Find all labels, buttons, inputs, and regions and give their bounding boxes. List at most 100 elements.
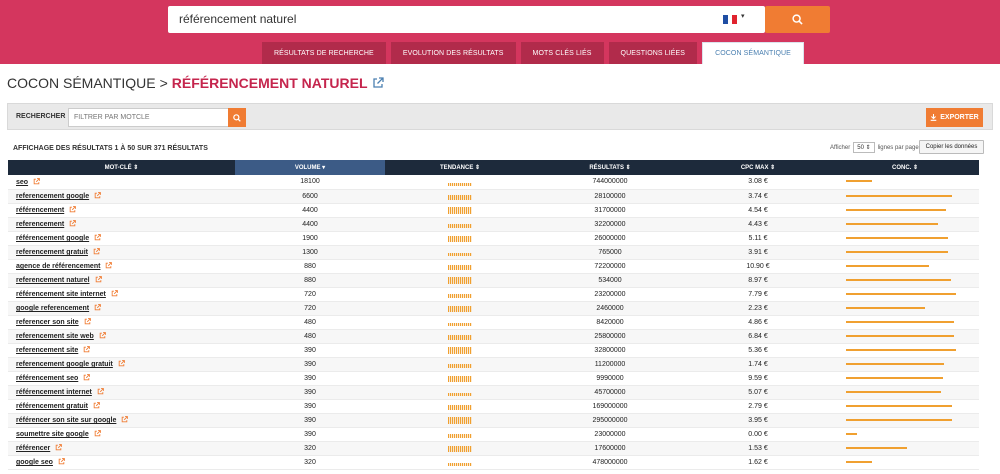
keyword-link[interactable]: référencement seo <box>16 375 78 382</box>
keyword-cell[interactable]: google referencement <box>8 301 235 316</box>
keyword-link[interactable]: referencement google <box>16 193 89 200</box>
keyword-cell[interactable]: google seo <box>8 455 235 470</box>
page-size-select[interactable]: 50 ⇕ <box>853 142 875 153</box>
external-link-icon[interactable] <box>83 374 91 381</box>
search-button[interactable] <box>765 6 830 33</box>
external-link-icon[interactable] <box>55 444 63 451</box>
keyword-cell[interactable]: référencement internet <box>8 385 235 400</box>
keyword-link[interactable]: google seo <box>16 459 53 466</box>
competition-bar <box>846 348 956 351</box>
keyword-link[interactable]: referencement naturel <box>16 277 90 284</box>
competition-cell <box>831 203 979 218</box>
keyword-link[interactable]: google referencement <box>16 305 89 312</box>
external-link-icon[interactable] <box>97 388 104 395</box>
keyword-link[interactable]: référencement <box>16 207 64 214</box>
keyword-cell[interactable]: référencement google <box>8 231 235 246</box>
keyword-link[interactable]: référencement internet <box>16 389 92 396</box>
keyword-cell[interactable]: referencement site <box>8 343 235 358</box>
keyword-link[interactable]: referencement site <box>16 347 78 354</box>
filter-search-button[interactable] <box>228 108 246 127</box>
tab-5[interactable]: COCON SÉMANTIQUE <box>702 42 804 64</box>
external-link-icon[interactable] <box>95 276 102 283</box>
tab-3[interactable]: MOTS CLÉS LIÉS <box>520 42 604 64</box>
keyword-link[interactable]: referencer son site <box>16 319 79 326</box>
external-link-icon[interactable] <box>94 430 101 437</box>
trend-cell <box>385 329 535 344</box>
external-link-icon[interactable] <box>118 360 125 367</box>
keyword-cell[interactable]: référencement gratuit <box>8 399 235 414</box>
col-competition-header[interactable]: CONC. ⇕ <box>831 160 979 175</box>
keyword-cell[interactable]: agence de référencement <box>8 259 235 274</box>
filter-label: RECHERCHER : <box>16 113 70 120</box>
tab-4[interactable]: QUESTIONS LIÉES <box>608 42 698 64</box>
col-results-header[interactable]: RÉSULTATS ⇕ <box>535 160 685 175</box>
external-link-icon[interactable] <box>94 304 101 311</box>
competition-bar <box>846 390 941 393</box>
export-button[interactable]: EXPORTER <box>926 108 983 127</box>
keyword-cell[interactable]: referencement gratuit <box>8 245 235 260</box>
results-cell: 765000 <box>535 245 685 260</box>
table-row: soumettre site google 390 23000000 0.00 € <box>8 427 979 442</box>
keyword-link[interactable]: referencement gratuit <box>16 249 88 256</box>
external-link-icon[interactable] <box>93 248 100 255</box>
external-link-icon[interactable] <box>84 318 91 325</box>
cpc-cell: 3.95 € <box>685 413 831 428</box>
external-link-icon[interactable] <box>93 402 100 409</box>
competition-cell <box>831 217 979 232</box>
table-row: référencer 320 17600000 1.53 € <box>8 441 979 456</box>
keyword-cell[interactable]: referencement google gratuit <box>8 357 235 372</box>
tab-2[interactable]: EVOLUTION DES RÉSULTATS <box>390 42 516 64</box>
keyword-link[interactable]: referencement <box>16 221 64 228</box>
col-trend-header[interactable]: TENDANCE ⇕ <box>385 160 535 175</box>
caret-down-icon[interactable]: ▾ <box>741 12 745 20</box>
keyword-link[interactable]: agence de référencement <box>16 263 100 270</box>
competition-bar <box>846 180 872 183</box>
keyword-cell[interactable]: référencement seo <box>8 371 235 386</box>
filter-input[interactable] <box>68 108 229 127</box>
external-link-icon[interactable] <box>372 77 384 89</box>
keyword-link[interactable]: référencement google <box>16 235 89 242</box>
external-link-icon[interactable] <box>111 290 118 297</box>
keyword-cell[interactable]: seo <box>8 175 235 190</box>
external-link-icon[interactable] <box>105 262 113 269</box>
tab-1[interactable]: RÉSULTATS DE RECHERCHE <box>262 42 386 64</box>
keyword-cell[interactable]: referencement google <box>8 189 235 204</box>
keyword-link[interactable]: référencer <box>16 445 50 452</box>
search-query[interactable]: référencement naturel <box>179 12 296 26</box>
keyword-link[interactable]: seo <box>16 179 28 186</box>
competition-cell <box>831 175 979 190</box>
trend-sparkline <box>448 335 472 340</box>
keyword-cell[interactable]: soumettre site google <box>8 427 235 442</box>
external-link-icon[interactable] <box>58 458 65 465</box>
keyword-cell[interactable]: referencer son site <box>8 315 235 330</box>
keyword-cell[interactable]: referencement <box>8 217 235 232</box>
keyword-cell[interactable]: référencement site internet <box>8 287 235 302</box>
keyword-link[interactable]: référencer son site sur google <box>16 417 116 424</box>
col-keyword-header[interactable]: MOT-CLÉ ⇕ <box>8 160 235 175</box>
keyword-link[interactable]: référencement site internet <box>16 291 106 298</box>
keyword-link[interactable]: référencement gratuit <box>16 403 88 410</box>
external-link-icon[interactable] <box>33 177 40 185</box>
keyword-cell[interactable]: referencement site web <box>8 329 235 344</box>
trend-cell <box>385 441 535 456</box>
keyword-link[interactable]: referencement google gratuit <box>16 361 113 368</box>
col-cpc-header[interactable]: CPC MAX ⇕ <box>685 160 831 175</box>
external-link-icon[interactable] <box>99 332 106 339</box>
external-link-icon[interactable] <box>94 192 101 199</box>
keyword-cell[interactable]: référencer son site sur google <box>8 413 235 428</box>
keyword-link[interactable]: referencement site web <box>16 333 94 340</box>
external-link-icon[interactable] <box>94 234 101 241</box>
search-input[interactable]: référencement naturel ▾ <box>168 6 765 33</box>
keyword-cell[interactable]: referencement naturel <box>8 273 235 288</box>
keyword-cell[interactable]: référencer <box>8 441 235 456</box>
trend-sparkline <box>448 195 472 200</box>
external-link-icon[interactable] <box>69 206 77 213</box>
external-link-icon[interactable] <box>121 416 129 423</box>
keyword-link[interactable]: soumettre site google <box>16 431 89 438</box>
col-volume-header[interactable]: VOLUME ▾ <box>235 160 385 175</box>
france-flag-icon[interactable] <box>723 15 738 24</box>
keyword-cell[interactable]: référencement <box>8 203 235 218</box>
copy-data-button[interactable]: Copier les données <box>919 140 984 154</box>
external-link-icon[interactable] <box>83 346 91 353</box>
external-link-icon[interactable] <box>69 220 77 227</box>
